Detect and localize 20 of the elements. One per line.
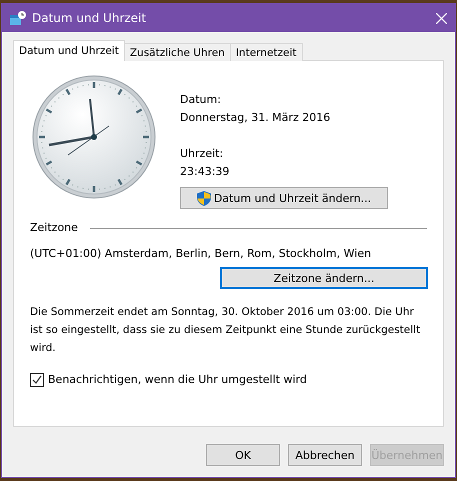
shield-icon [196,190,211,206]
dialog-button[interactable]: Abbrechen [288,444,362,466]
section-heading: Zeitzone [30,220,78,236]
tab[interactable]: Zusätzliche Uhren [124,43,231,61]
date-label: Datum: [180,92,222,108]
dialog-button[interactable]: OK [206,444,280,466]
calendar-clock-icon [10,11,26,25]
checkbox[interactable] [30,373,44,387]
tab[interactable]: Datum und Uhrzeit [13,40,125,61]
change-date-time-button[interactable]: Datum und Uhrzeit ändern... [180,187,388,209]
date-value: Donnerstag, 31. März 2016 [180,110,332,126]
change-timezone-button[interactable]: Zeitzone ändern... [220,267,428,289]
time-value: 23:43:39 [180,164,230,180]
tab[interactable]: Internetzeit [230,43,303,61]
close-icon[interactable] [436,12,447,24]
timezone-value: (UTC+01:00) Amsterdam, Berlin, Bern, Rom, Stockholm, Wien [30,246,372,262]
window-title: Datum und Uhrzeit [32,11,148,25]
dst-note: Die Sommerzeit endet am Sonntag, 30. Oktober 2016 um 03:00. Die Uhr ist so eingestellt, dass sie zu diesem Zeitpunkt eine Stunde zurückgestellt wird. [30,305,422,356]
checkbox-label: Benachrichtigen, wenn die Uhr umgestellt wird [48,372,307,388]
time-label: Uhrzeit: [180,146,224,162]
